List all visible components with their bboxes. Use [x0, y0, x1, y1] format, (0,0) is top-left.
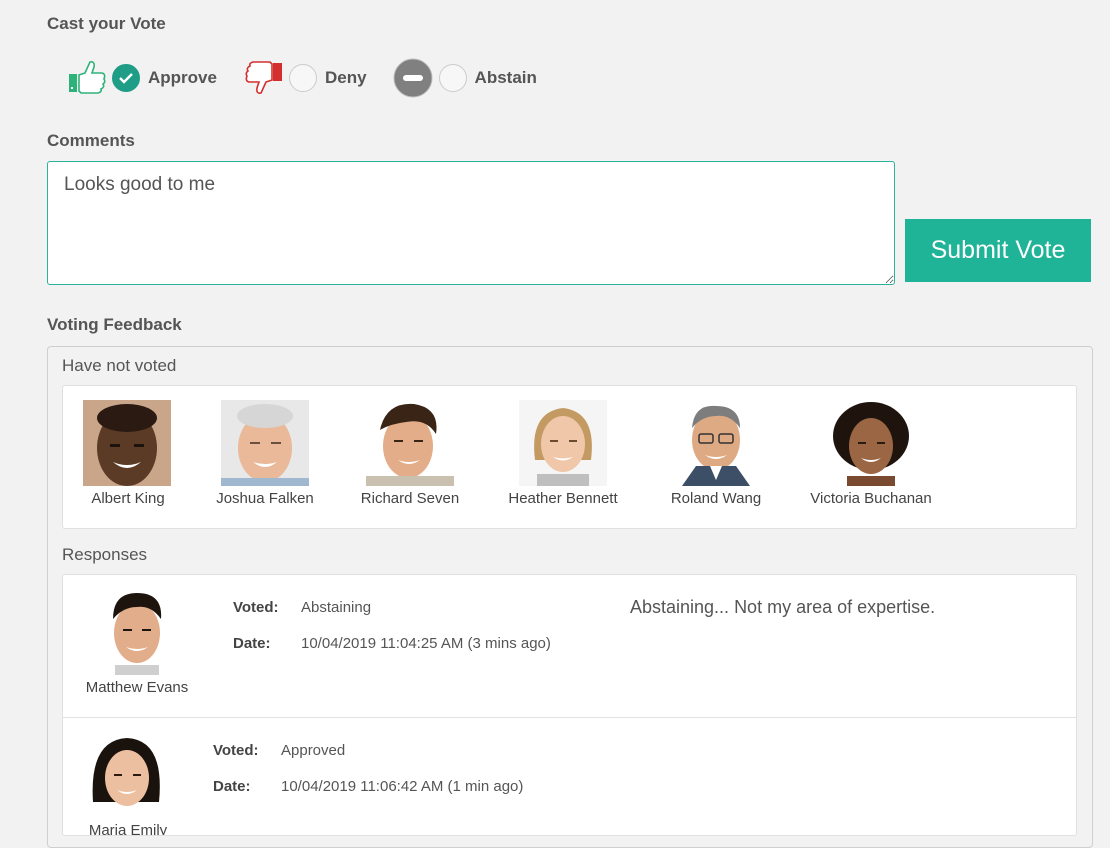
person-albert-king[interactable]: Albert King	[83, 400, 173, 507]
person-name: Heather Bennett	[508, 490, 618, 507]
responses-card: Matthew Evans Voted: Abstaining Date: 10…	[62, 574, 1077, 836]
abstain-option[interactable]: Abstain	[393, 58, 537, 98]
approve-option[interactable]: Approve	[66, 58, 217, 98]
minus-circle-icon	[393, 58, 437, 98]
comments-title: Comments	[47, 131, 135, 150]
person-richard-seven[interactable]: Richard Seven	[358, 400, 462, 507]
avatar	[93, 589, 181, 675]
voted-label: Voted:	[213, 742, 259, 759]
avatar	[221, 400, 309, 486]
voted-value: Approved	[281, 742, 346, 759]
avatar	[672, 400, 760, 486]
person-name: Richard Seven	[360, 490, 460, 507]
date-label: Date:	[213, 778, 251, 795]
response-row: Matthew Evans Voted: Abstaining Date: 10…	[63, 575, 1076, 718]
date-value: 10/04/2019 11:06:42 AM (1 min ago)	[281, 778, 524, 795]
response-person-name: Maria Emily	[88, 822, 168, 836]
avatar	[519, 400, 607, 486]
person-heather-bennett[interactable]: Heather Bennett	[501, 400, 625, 507]
response-row: Maria Emily Voted: Approved Date: 10/04/…	[63, 718, 1076, 836]
approve-label: Approve	[148, 68, 217, 87]
avatar	[83, 732, 171, 818]
response-comment: Abstaining... Not my area of expertise.	[630, 597, 936, 617]
voted-label: Voted:	[233, 599, 279, 616]
date-label: Date:	[233, 635, 271, 652]
vote-options: Approve Deny Abstain	[66, 58, 563, 98]
submit-vote-button[interactable]: Submit Vote	[905, 219, 1091, 282]
person-joshua-falken[interactable]: Joshua Falken	[213, 400, 317, 507]
date-value: 10/04/2019 11:04:25 AM (3 mins ago)	[301, 635, 551, 652]
approve-radio[interactable]	[112, 64, 140, 92]
avatar	[366, 400, 454, 486]
person-name: Albert King	[91, 490, 165, 507]
person-name: Roland Wang	[670, 490, 762, 507]
not-voted-card: Albert King Joshua Falken Richard Seven	[62, 385, 1077, 529]
response-person[interactable]: Matthew Evans	[81, 589, 193, 696]
avatar	[827, 400, 915, 486]
have-not-voted-label: Have not voted	[62, 356, 177, 375]
abstain-radio[interactable]	[438, 64, 467, 92]
cast-vote-title: Cast your Vote	[47, 14, 166, 33]
thumbs-down-icon	[243, 58, 287, 98]
voting-feedback-title: Voting Feedback	[47, 315, 182, 334]
avatar	[83, 400, 171, 486]
deny-option[interactable]: Deny	[243, 58, 367, 98]
person-roland-wang[interactable]: Roland Wang	[668, 400, 764, 507]
person-name: Victoria Buchanan	[810, 490, 932, 507]
abstain-label: Abstain	[474, 68, 537, 87]
person-victoria-buchanan[interactable]: Victoria Buchanan	[803, 400, 939, 507]
thumbs-up-icon	[66, 58, 110, 98]
deny-radio[interactable]	[288, 64, 317, 92]
response-person-name: Matthew Evans	[85, 679, 189, 696]
voted-value: Abstaining	[301, 599, 372, 616]
deny-label: Deny	[324, 68, 367, 87]
person-name: Joshua Falken	[216, 490, 314, 507]
response-person[interactable]: Maria Emily	[83, 732, 173, 836]
comments-input[interactable]: Looks good to me	[47, 161, 895, 285]
responses-label: Responses	[62, 545, 148, 564]
